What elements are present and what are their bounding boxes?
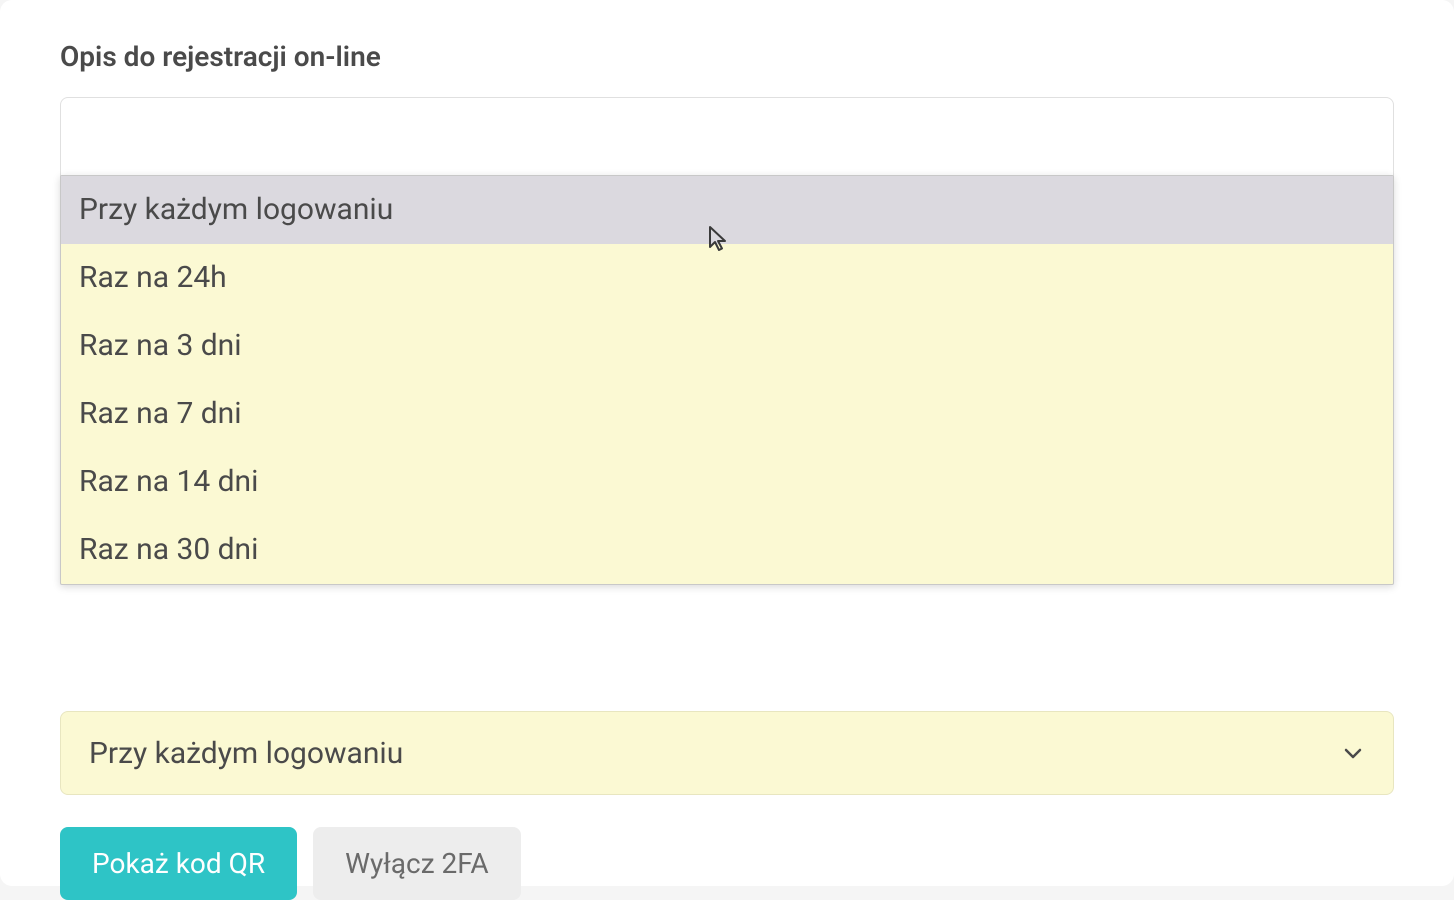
description-input[interactable] [60, 97, 1394, 187]
section-title: Opis do rejestracji on-line [60, 40, 1394, 73]
show-qr-button[interactable]: Pokaż kod QR [60, 827, 297, 900]
chevron-down-icon [1341, 741, 1365, 765]
button-row: Pokaż kod QR Wyłącz 2FA [60, 827, 1394, 900]
dropdown-option-3-days[interactable]: Raz na 3 dni [61, 312, 1393, 380]
dropdown-option-every-login[interactable]: Przy każdym logowaniu [61, 176, 1393, 244]
dropdown-options-list: Przy każdym logowaniu Raz na 24h Raz na … [60, 175, 1394, 585]
settings-panel: Opis do rejestracji on-line Przy każdym … [0, 0, 1454, 886]
dropdown-option-14-days[interactable]: Raz na 14 dni [61, 448, 1393, 516]
dropdown-option-30-days[interactable]: Raz na 30 dni [61, 516, 1393, 584]
frequency-select[interactable]: Przy każdym logowaniu [60, 711, 1394, 795]
select-value: Przy każdym logowaniu [89, 736, 403, 771]
disable-2fa-button[interactable]: Wyłącz 2FA [313, 827, 521, 900]
dropdown-option-24h[interactable]: Raz na 24h [61, 244, 1393, 312]
dropdown-option-7-days[interactable]: Raz na 7 dni [61, 380, 1393, 448]
